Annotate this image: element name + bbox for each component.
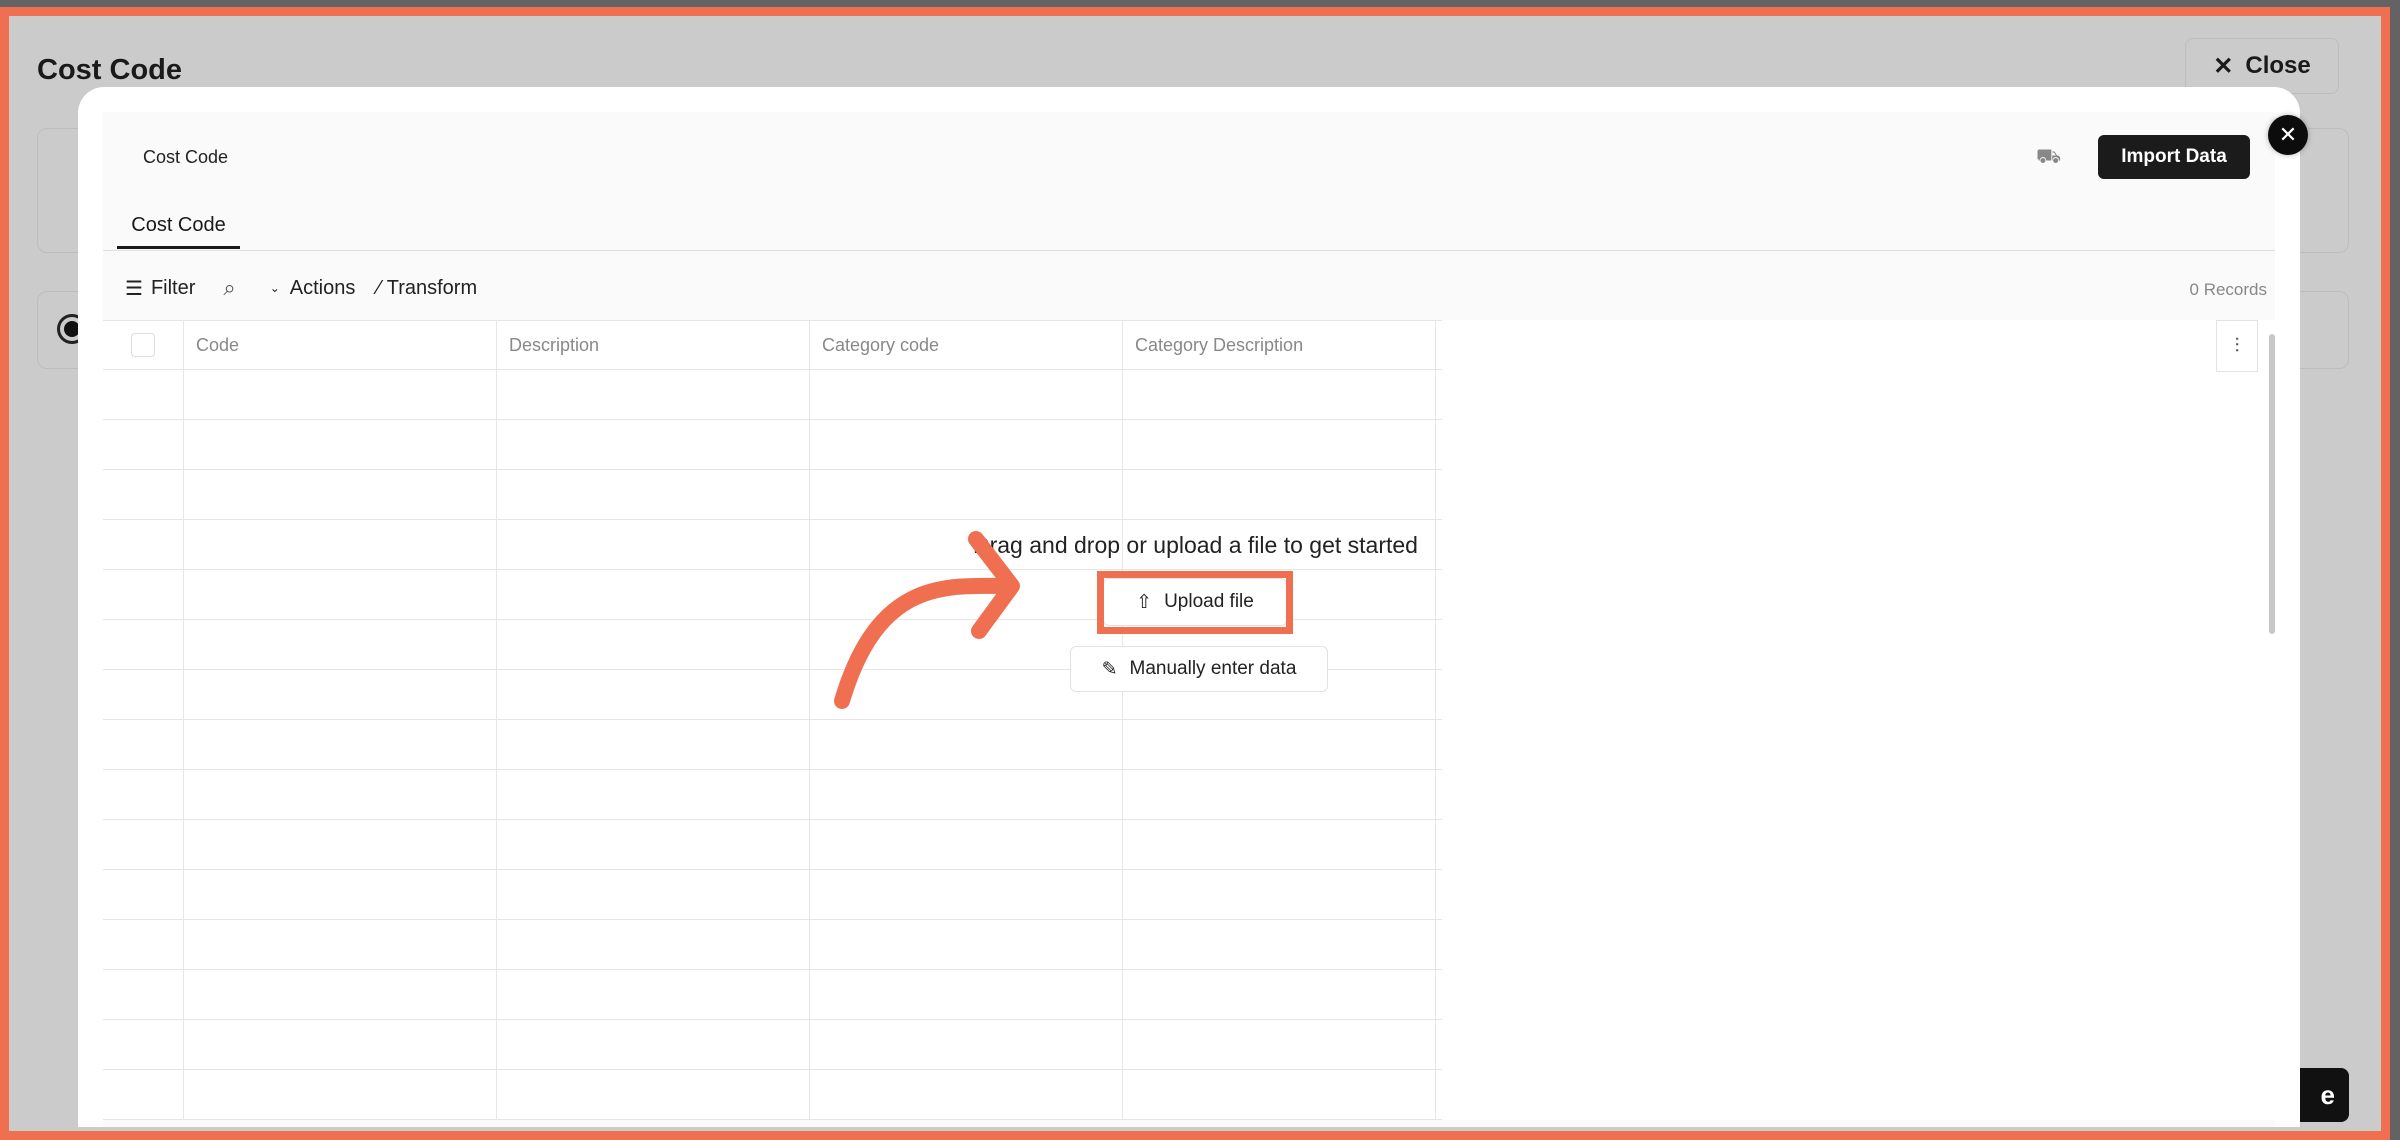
table-row xyxy=(103,770,1442,820)
table-cell[interactable] xyxy=(103,920,184,969)
table-cell[interactable] xyxy=(184,1020,497,1069)
cart-icon[interactable]: ⛟ xyxy=(2036,146,2061,171)
table-row xyxy=(103,1020,1442,1070)
screen: Cost Code ✕ Close e Cost Code ⛟ Import Da… xyxy=(0,7,2390,1140)
table-row xyxy=(103,820,1442,870)
annotation-arrow xyxy=(834,531,1020,709)
table-cell[interactable] xyxy=(184,770,497,819)
table-cell[interactable] xyxy=(1123,970,1436,1019)
table-cell[interactable] xyxy=(810,1020,1123,1069)
close-label: Close xyxy=(2245,52,2311,79)
import-data-button[interactable]: Import Data xyxy=(2098,135,2250,179)
grid-empty-area xyxy=(1442,320,2275,1120)
modal-close-button[interactable]: ✕ xyxy=(2268,115,2308,155)
records-count: 0 Records xyxy=(2189,280,2267,299)
table-cell[interactable] xyxy=(810,920,1123,969)
table-cell[interactable] xyxy=(810,1070,1123,1119)
table-row xyxy=(103,970,1442,1020)
table-cell[interactable] xyxy=(497,870,810,919)
table-cell[interactable] xyxy=(1123,870,1436,919)
scrollbar[interactable] xyxy=(2269,334,2275,634)
arrow-shaft xyxy=(834,577,1017,709)
table-cell[interactable] xyxy=(184,870,497,919)
table-cell[interactable] xyxy=(497,1070,810,1119)
table-cell[interactable] xyxy=(497,970,810,1019)
table-cell[interactable] xyxy=(103,770,184,819)
table-cell[interactable] xyxy=(1123,920,1436,969)
table-cell[interactable] xyxy=(497,820,810,869)
table-cell[interactable] xyxy=(1123,1070,1436,1119)
table-cell[interactable] xyxy=(810,970,1123,1019)
table-cell[interactable] xyxy=(184,970,497,1019)
table-cell[interactable] xyxy=(810,770,1123,819)
table-row xyxy=(103,920,1442,970)
table-cell[interactable] xyxy=(1123,770,1436,819)
table-cell[interactable] xyxy=(497,1020,810,1069)
table-cell[interactable] xyxy=(497,770,810,819)
table-row xyxy=(103,1070,1442,1120)
table-cell[interactable] xyxy=(810,820,1123,869)
table-cell[interactable] xyxy=(1123,1020,1436,1069)
close-icon: ✕ xyxy=(2278,122,2298,147)
table-cell[interactable] xyxy=(810,870,1123,919)
table-row xyxy=(103,870,1442,920)
close-button[interactable]: ✕ Close xyxy=(2185,38,2339,94)
table-cell[interactable] xyxy=(103,870,184,919)
close-icon: ✕ xyxy=(2213,52,2234,80)
table-cell[interactable] xyxy=(103,820,184,869)
table-cell[interactable] xyxy=(103,1020,184,1069)
table-cell[interactable] xyxy=(184,920,497,969)
table-cell[interactable] xyxy=(184,1070,497,1119)
table-cell[interactable] xyxy=(103,1070,184,1119)
sliders-icon: ⫶ xyxy=(2234,334,2240,357)
column-settings-button[interactable]: ⫶ xyxy=(2216,320,2258,372)
table-cell[interactable] xyxy=(184,820,497,869)
table-cell[interactable] xyxy=(1123,820,1436,869)
table-cell[interactable] xyxy=(497,920,810,969)
table-cell[interactable] xyxy=(103,970,184,1019)
